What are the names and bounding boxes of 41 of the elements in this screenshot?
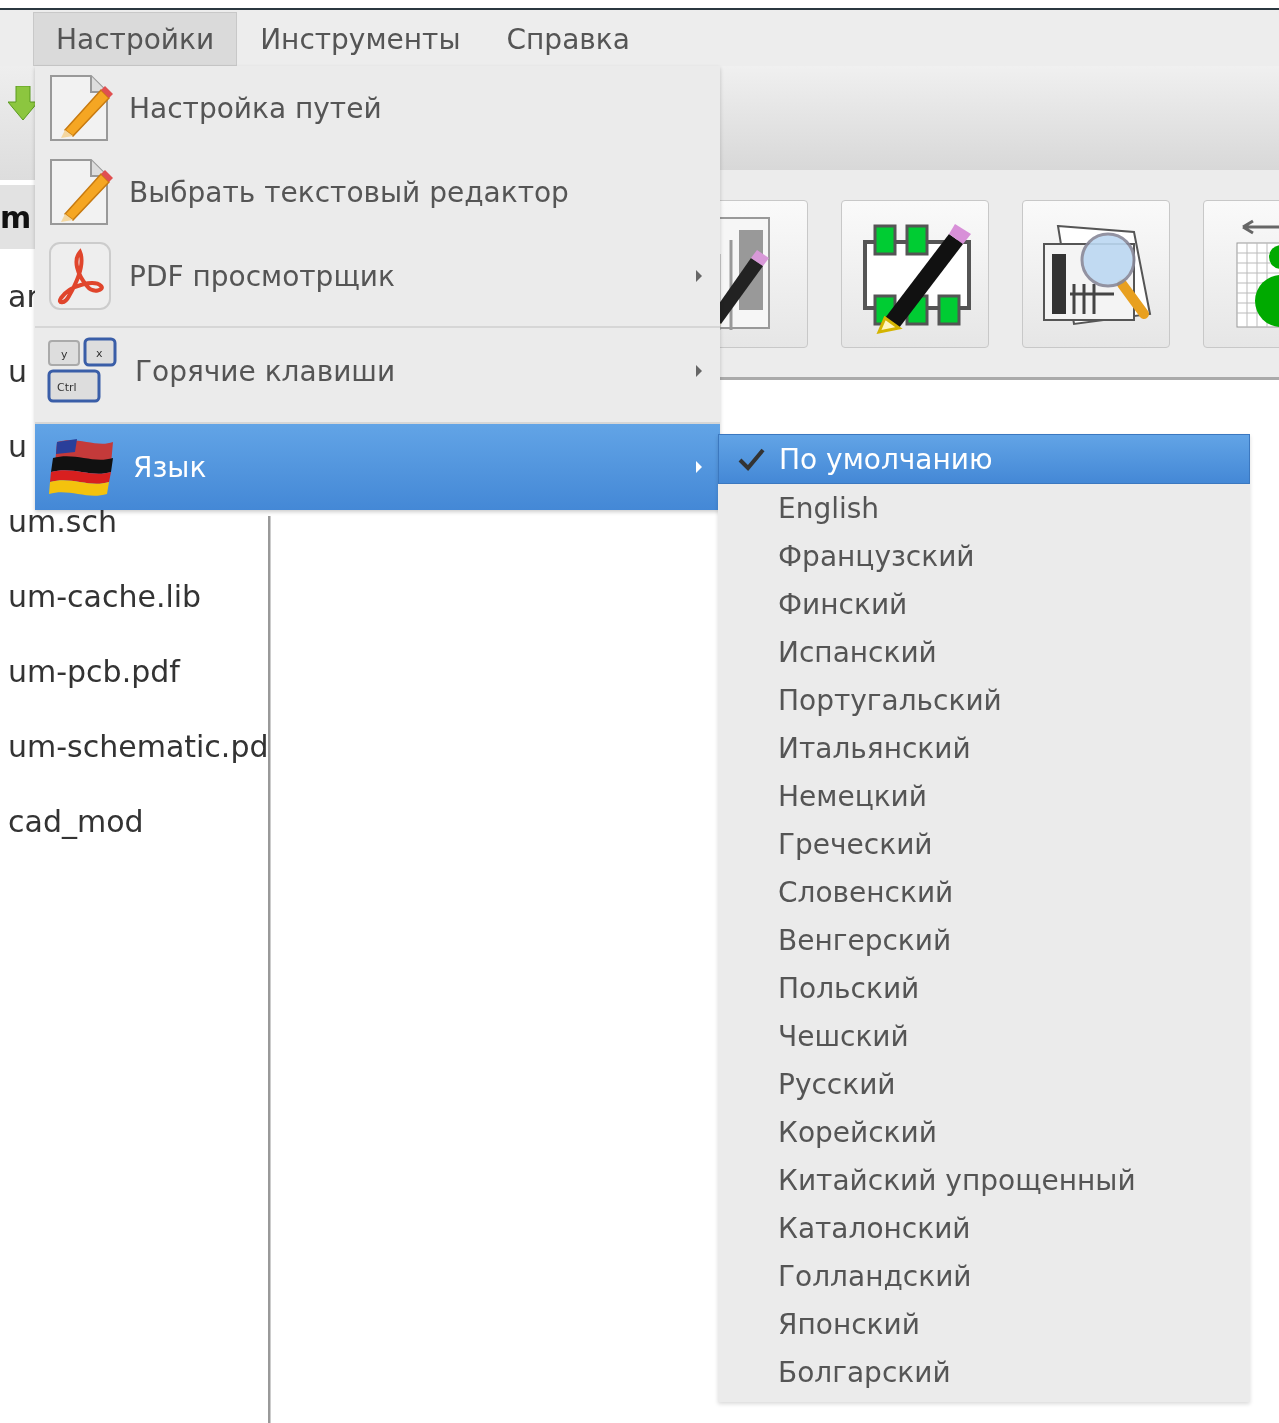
language-item[interactable]: Японский: [718, 1300, 1250, 1348]
pencil-document-icon: [47, 156, 113, 228]
language-item[interactable]: Польский: [718, 964, 1250, 1012]
menu-bar-item[interactable]: Справка: [483, 12, 653, 66]
menu-item[interactable]: Выбрать текстовый редактор: [35, 150, 720, 234]
file-item[interactable]: cad_mod: [8, 784, 269, 859]
language-item[interactable]: Греческий: [718, 820, 1250, 868]
pencil-document-icon: [47, 72, 113, 144]
menu-bar-item[interactable]: Инструменты: [237, 12, 484, 66]
language-item[interactable]: Финский: [718, 580, 1250, 628]
language-item[interactable]: Французский: [718, 532, 1250, 580]
language-item[interactable]: English: [718, 484, 1250, 532]
language-item[interactable]: Болгарский: [718, 1348, 1250, 1396]
language-item[interactable]: Голландский: [718, 1252, 1250, 1300]
submenu-arrow-icon: [696, 365, 702, 377]
menu-item[interactable]: Настройка путей: [35, 66, 720, 150]
file-item[interactable]: um-cache.lib: [8, 559, 269, 634]
toolbar-button[interactable]: [841, 199, 990, 348]
language-item[interactable]: Венгерский: [718, 916, 1250, 964]
panel-header: m: [0, 199, 32, 235]
file-item[interactable]: um-pcb.pdf: [8, 634, 269, 709]
language-item[interactable]: Испанский: [718, 628, 1250, 676]
pdf-icon: [47, 240, 113, 312]
toolbar-button[interactable]: [1022, 199, 1171, 348]
language-item[interactable]: Немецкий: [718, 772, 1250, 820]
menu-item[interactable]: y x Ctrl Горячие клавиши: [35, 326, 720, 414]
file-item[interactable]: um-schematic.pd: [8, 709, 269, 784]
language-item[interactable]: По умолчанию: [718, 434, 1250, 484]
language-item[interactable]: Словенский: [718, 868, 1250, 916]
menu-item[interactable]: Язык: [35, 422, 720, 510]
menu-bar-item[interactable]: Настройки: [33, 12, 238, 66]
language-item[interactable]: Чешский: [718, 1012, 1250, 1060]
language-item[interactable]: Итальянский: [718, 724, 1250, 772]
language-item[interactable]: Корейский: [718, 1108, 1250, 1156]
submenu-arrow-icon: [696, 461, 702, 473]
language-item[interactable]: Каталонский: [718, 1204, 1250, 1252]
language-item[interactable]: Португальский: [718, 676, 1250, 724]
language-item[interactable]: Китайский упрощенный: [718, 1156, 1250, 1204]
submenu-arrow-icon: [696, 270, 702, 282]
menu-item[interactable]: PDF просмотрщик: [35, 234, 720, 318]
language-item[interactable]: Русский: [718, 1060, 1250, 1108]
